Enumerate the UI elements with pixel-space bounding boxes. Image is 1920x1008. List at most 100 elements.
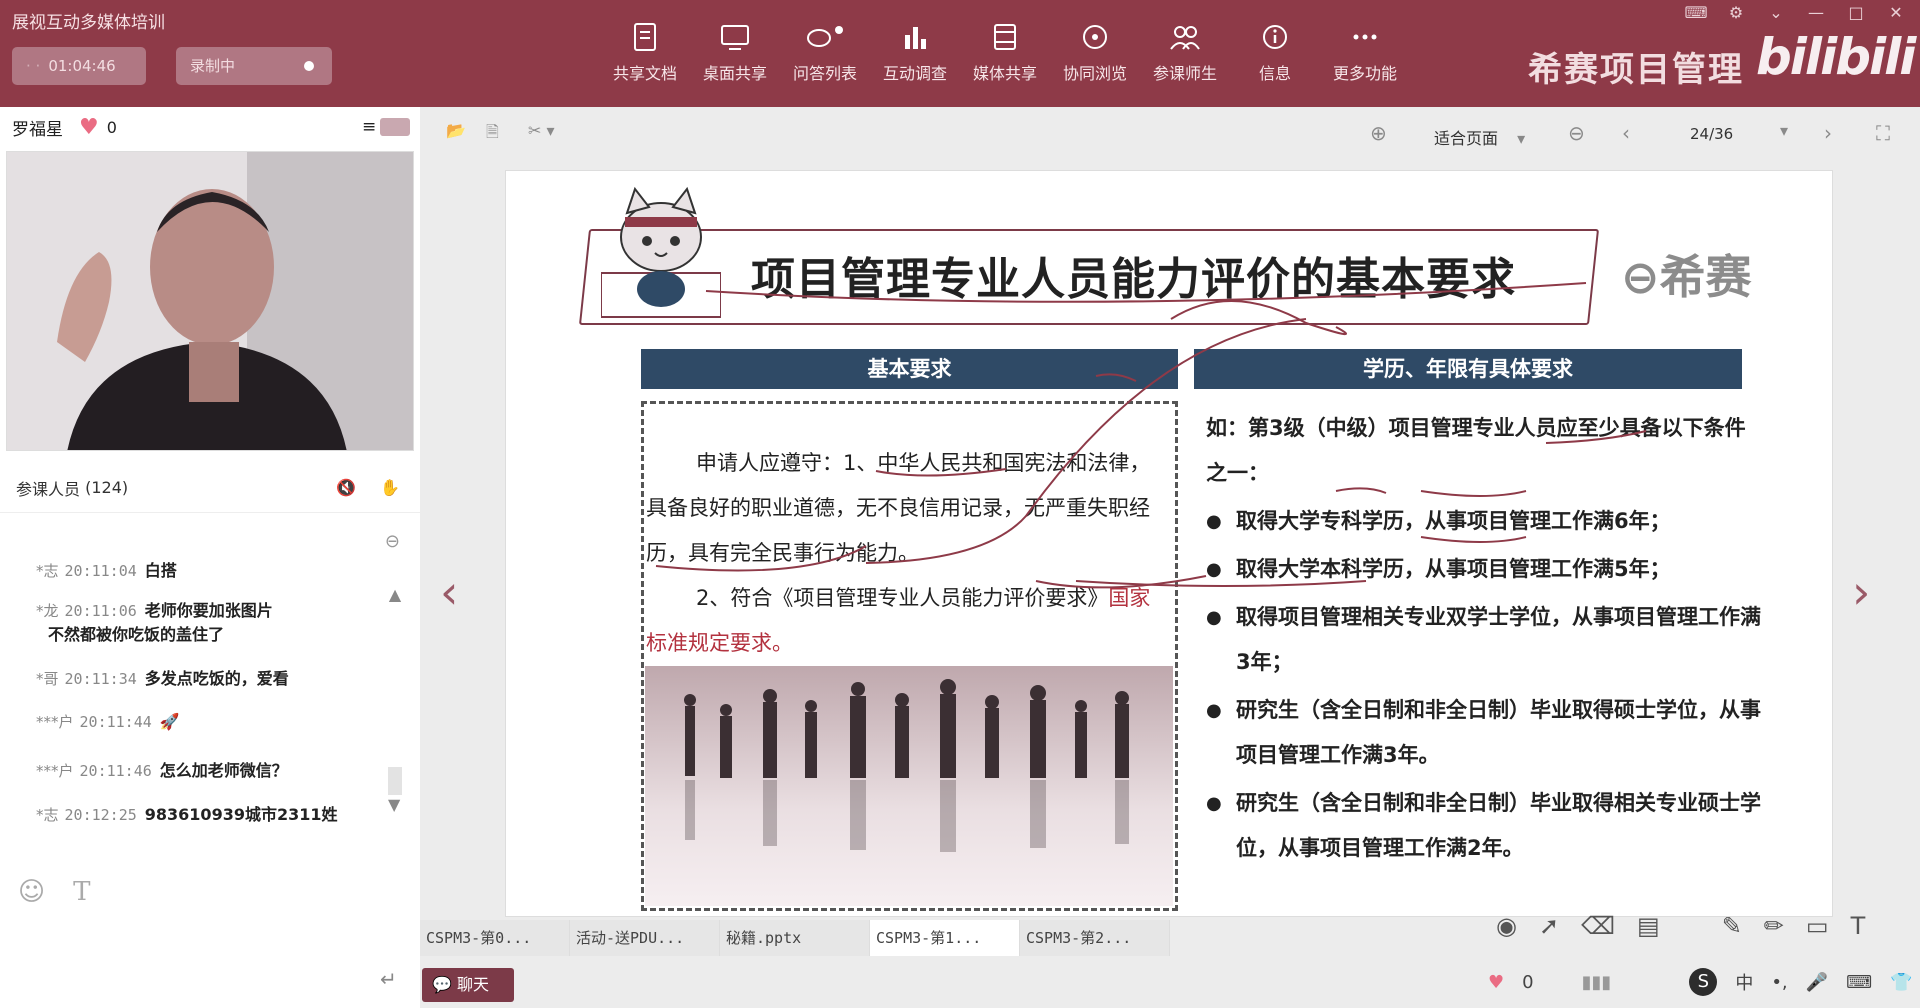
clear-icon[interactable]: ▤: [1637, 912, 1660, 940]
msg-text: 🚀: [159, 712, 180, 731]
microphone-icon[interactable]: 🎤: [1806, 972, 1828, 993]
rectangle-icon[interactable]: ▭: [1806, 912, 1829, 940]
msg-text: 老师你要加张图片: [144, 601, 273, 620]
hand-icon[interactable]: ✋: [380, 478, 400, 497]
record-button[interactable]: 录制中: [176, 47, 332, 85]
msg-time: 20:11:44: [79, 713, 152, 731]
record-label: 录制中: [190, 57, 236, 75]
left-paragraph-2: 2、符合《项目管理专业人员能力评价要求》国家标准规定要求。: [646, 576, 1171, 666]
heart-icon[interactable]: ♥: [1488, 972, 1504, 993]
toolbar-info[interactable]: 信息: [1230, 18, 1320, 84]
toolbar-co-browse[interactable]: 协同浏览: [1050, 18, 1140, 84]
shirt-icon[interactable]: 👕: [1890, 972, 1912, 993]
logo-text: 希赛: [1659, 250, 1752, 304]
info-icon: [1230, 18, 1320, 56]
chat-button-label: 聊天: [457, 975, 490, 994]
prev-slide-arrow[interactable]: ‹: [440, 565, 458, 619]
punctuation-icon[interactable]: •,: [1771, 972, 1787, 993]
timer: 01:04:46: [48, 57, 116, 75]
send-icon[interactable]: ↵: [380, 967, 397, 991]
maximize-icon[interactable]: □: [1846, 2, 1866, 22]
fullscreen-icon[interactable]: ⛶: [1876, 121, 1890, 145]
chat-scrollbar[interactable]: ▲ ▼: [384, 537, 406, 857]
heart-icon[interactable]: ♥: [79, 115, 99, 140]
chat-button[interactable]: 💬 聊天: [422, 968, 514, 1002]
keyboard-icon[interactable]: ⌨: [1684, 2, 1707, 22]
tab-document[interactable]: CSPM3-第2...: [1020, 920, 1170, 956]
bilibili-logo: bilibili: [1756, 28, 1916, 86]
emoji-icon[interactable]: ☺: [18, 877, 45, 907]
toolbar-desktop-share[interactable]: 桌面共享: [690, 18, 780, 84]
text-format-icon[interactable]: T: [73, 877, 90, 907]
chat-message: ***户 20:11:46 怎么加老师微信？: [36, 757, 288, 781]
document-toolbar: 📂 🗎 ✂ ▾ ⊕ 适合页面 ▾ ⊖ ‹ 24/36 ▾ › ⛶: [420, 107, 1920, 167]
prev-page-icon[interactable]: ‹: [1622, 121, 1630, 145]
file-icon[interactable]: 🗎: [486, 121, 499, 148]
toolbar-qa-list[interactable]: 问答列表: [780, 18, 870, 84]
requirement-bullet: 研究生（含全日制和非全日制）毕业取得相关专业硕士学位，从事项目管理工作满2年。: [1206, 781, 1766, 871]
tab-document[interactable]: CSPM3-第0...: [420, 920, 570, 956]
chevron-down-icon[interactable]: ▾: [1780, 121, 1788, 140]
cursor-icon[interactable]: ➚: [1539, 912, 1559, 940]
msg-time: 20:12:25: [64, 806, 137, 824]
msg-author: *志: [36, 562, 59, 580]
laser-pointer-icon[interactable]: ◉: [1496, 912, 1517, 940]
attendees-count: (124): [85, 478, 129, 497]
speaker-name: 罗福星: [12, 119, 63, 140]
requirement-bullet: 取得项目管理相关专业双学士学位，从事项目管理工作满3年；: [1206, 595, 1766, 685]
toolbar-more[interactable]: 更多功能: [1320, 18, 1410, 84]
minimize-icon[interactable]: —: [1806, 2, 1826, 22]
toolbar-participants[interactable]: 参课师生: [1140, 18, 1230, 84]
toolbar-label: 参课师生: [1152, 64, 1217, 83]
scroll-up-icon[interactable]: ▲: [384, 585, 406, 604]
pen-icon[interactable]: ✏: [1764, 912, 1784, 940]
toolbar-share-doc[interactable]: 共享文档: [600, 18, 690, 84]
chat-message: *志 20:11:04 白搭: [36, 557, 177, 581]
sogou-icon[interactable]: S: [1689, 968, 1718, 996]
requirement-bullet: 研究生（含全日制和非全日制）毕业取得硕士学位，从事项目管理工作满3年。: [1206, 688, 1766, 778]
tab-document-active[interactable]: CSPM3-第1...: [870, 920, 1020, 956]
document-tabs: CSPM3-第0... 活动-送PDU... 秘籍.pptx CSPM3-第1.…: [420, 920, 1180, 956]
zoom-select[interactable]: 适合页面 ▾: [1434, 125, 1525, 149]
tab-document[interactable]: 活动-送PDU...: [570, 920, 720, 956]
scissors-icon[interactable]: ✂ ▾: [528, 121, 555, 140]
app-title: 展视互动多媒体培训: [12, 13, 165, 33]
speaker-row: 罗福星 ♥ 0 ≡: [0, 107, 420, 147]
close-icon[interactable]: ✕: [1886, 2, 1906, 22]
ime-label[interactable]: 中: [1735, 969, 1753, 995]
more-dots-icon: [1320, 18, 1410, 56]
next-page-icon[interactable]: ›: [1824, 121, 1832, 145]
zoom-out-icon[interactable]: ⊖: [1568, 121, 1585, 145]
scroll-thumb[interactable]: [388, 767, 402, 795]
attendees-row: 参课人员 (124) 🔇 ✋: [0, 463, 420, 513]
toolbar-media-share[interactable]: 媒体共享: [960, 18, 1050, 84]
right-section-header: 学历、年限有具体要求: [1194, 349, 1742, 389]
msg-time: 20:11:04: [64, 562, 137, 580]
scroll-down-icon[interactable]: ▼: [388, 795, 400, 814]
eraser-icon[interactable]: ⌫: [1581, 912, 1615, 940]
zoom-value: 适合页面: [1434, 129, 1499, 148]
cat-mascot-image: [601, 186, 721, 318]
gear-icon[interactable]: ⚙: [1726, 2, 1746, 22]
text-tool-icon[interactable]: T: [1851, 912, 1866, 940]
main-toolbar: 共享文档 桌面共享 问答列表 互动调查 媒体共享 协同浏览 参课师生 信息 更多…: [600, 18, 1410, 84]
compass-icon: [1050, 18, 1140, 56]
brand-name: 希赛项目管理: [1528, 50, 1744, 90]
toolbar-label: 媒体共享: [972, 64, 1037, 83]
toolbar-survey[interactable]: 互动调查: [870, 18, 960, 84]
record-dot-icon: [304, 61, 314, 71]
slide-title: 项目管理专业人员能力评价的基本要求: [751, 254, 1516, 305]
highlighter-icon[interactable]: ✎: [1722, 912, 1742, 940]
msg-author: ***户: [36, 713, 74, 731]
folder-icon[interactable]: 📂: [446, 121, 466, 140]
left-paragraph-2-text: 2、符合《项目管理专业人员能力评价要求》: [696, 586, 1109, 610]
keyboard-icon[interactable]: ⌨: [1846, 972, 1872, 993]
list-toggle-button[interactable]: ≡: [362, 117, 412, 137]
tab-document[interactable]: 秘籍.pptx: [720, 920, 870, 956]
chevron-down-icon[interactable]: ⌄: [1766, 2, 1786, 22]
mute-icon[interactable]: 🔇: [336, 478, 356, 497]
left-section-text: 申请人应遵守：1、中华人民共和国宪法和法律，具备良好的职业道德，无不良信用记录，…: [646, 441, 1171, 666]
toolbar-label: 桌面共享: [702, 64, 767, 83]
zoom-in-icon[interactable]: ⊕: [1370, 121, 1387, 145]
next-slide-arrow[interactable]: ›: [1852, 565, 1870, 619]
